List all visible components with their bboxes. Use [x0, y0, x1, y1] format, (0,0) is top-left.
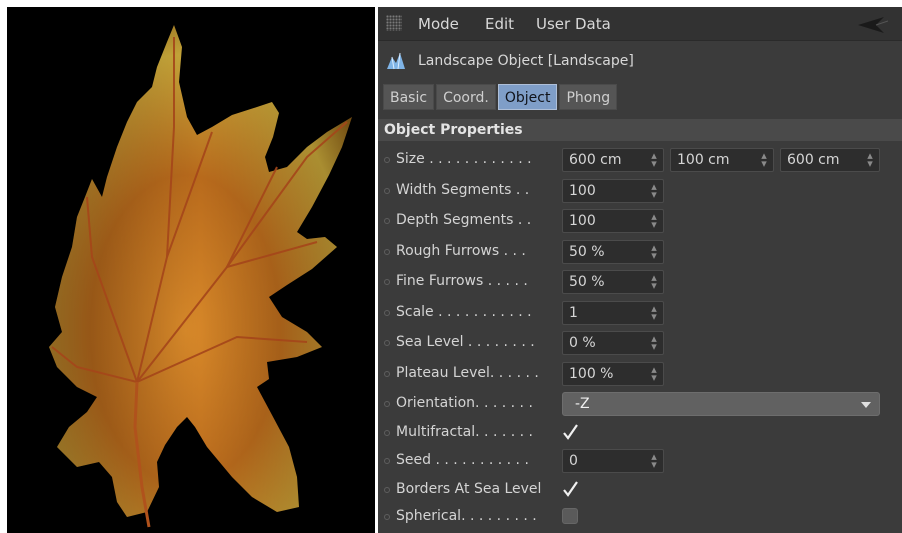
spinner-icon[interactable]: ▴ ▾	[866, 150, 874, 169]
property-row-orientation: Orientation. . . . . . . -Z	[378, 391, 902, 417]
animate-dot-icon[interactable]	[384, 430, 390, 436]
rough-furrows-value: 50 %	[569, 244, 605, 260]
caret-down-icon	[861, 402, 871, 408]
animate-dot-icon[interactable]	[384, 487, 390, 493]
tab-coord[interactable]: Coord.	[436, 84, 496, 110]
animate-dot-icon[interactable]	[384, 371, 390, 377]
plateau-level-value: 100 %	[569, 366, 614, 382]
tab-bar: Basic Coord. Object Phong	[383, 84, 619, 110]
width-segments-value: 100	[569, 183, 596, 199]
landscape-icon	[387, 52, 405, 70]
property-row-seed: Seed . . . . . . . . . . . 0 ▴ ▾	[378, 448, 902, 474]
scale-value: 1	[569, 305, 578, 321]
property-row-width-segments: Width Segments . . 100 ▴ ▾	[378, 178, 902, 204]
spinner-icon[interactable]: ▴ ▾	[650, 333, 658, 352]
sea-level-label: Sea Level . . . . . . . .	[396, 334, 535, 350]
maple-leaf-image	[7, 7, 375, 533]
property-row-plateau-level: Plateau Level. . . . . . 100 % ▴ ▾	[378, 361, 902, 387]
multifractal-label: Multifractal. . . . . . .	[396, 424, 533, 440]
menu-user-data[interactable]: User Data	[536, 15, 611, 33]
spherical-label: Spherical. . . . . . . . .	[396, 508, 537, 524]
orientation-dropdown[interactable]: -Z	[562, 392, 880, 416]
menu-mode[interactable]: Mode	[418, 15, 459, 33]
spinner-icon[interactable]: ▴ ▾	[650, 303, 658, 322]
seed-value: 0	[569, 453, 578, 469]
back-arrow-icon[interactable]	[854, 15, 888, 35]
tab-basic[interactable]: Basic	[383, 84, 435, 110]
rough-furrows-field[interactable]: 50 % ▴ ▾	[562, 240, 664, 264]
tab-object[interactable]: Object	[497, 84, 558, 110]
animate-dot-icon[interactable]	[384, 218, 390, 224]
object-title-row: Landscape Object [Landscape]	[378, 47, 902, 77]
spinner-icon[interactable]: ▴ ▾	[650, 150, 658, 169]
sea-level-value: 0 %	[569, 335, 596, 351]
object-title: Landscape Object [Landscape]	[418, 53, 634, 69]
width-segments-label: Width Segments . .	[396, 182, 530, 198]
attribute-manager-panel: Mode Edit User Data Landscape Object [La…	[378, 7, 902, 533]
spinner-icon[interactable]: ▴ ▾	[650, 211, 658, 230]
property-row-size: Size . . . . . . . . . . . . 600 cm ▴ ▾ 1…	[378, 147, 902, 173]
spinner-icon[interactable]: ▴ ▾	[650, 272, 658, 291]
size-x-field[interactable]: 600 cm ▴ ▾	[562, 148, 664, 172]
size-y-value: 100 cm	[677, 152, 730, 168]
menu-edit[interactable]: Edit	[485, 15, 514, 33]
animate-dot-icon[interactable]	[384, 310, 390, 316]
size-x-value: 600 cm	[569, 152, 622, 168]
property-row-sea-level: Sea Level . . . . . . . . 0 % ▴ ▾	[378, 330, 902, 356]
animate-dot-icon[interactable]	[384, 340, 390, 346]
depth-segments-label: Depth Segments . .	[396, 212, 532, 228]
fine-furrows-label: Fine Furrows . . . . .	[396, 273, 528, 289]
property-row-rough-furrows: Rough Furrows . . . 50 % ▴ ▾	[378, 239, 902, 265]
size-y-field[interactable]: 100 cm ▴ ▾	[670, 148, 774, 172]
animate-dot-icon[interactable]	[384, 458, 390, 464]
multifractal-checkbox[interactable]	[562, 424, 578, 440]
property-row-borders-at-sea-level: Borders At Sea Level	[378, 477, 902, 503]
animate-dot-icon[interactable]	[384, 279, 390, 285]
animate-dot-icon[interactable]	[384, 157, 390, 163]
size-z-value: 600 cm	[787, 152, 840, 168]
animate-dot-icon[interactable]	[384, 514, 390, 520]
depth-segments-field[interactable]: 100 ▴ ▾	[562, 209, 664, 233]
spinner-icon[interactable]: ▴ ▾	[760, 150, 768, 169]
plateau-level-label: Plateau Level. . . . . .	[396, 365, 539, 381]
depth-segments-value: 100	[569, 213, 596, 229]
animate-dot-icon[interactable]	[384, 188, 390, 194]
property-row-spherical: Spherical. . . . . . . . .	[378, 504, 902, 530]
property-row-depth-segments: Depth Segments . . 100 ▴ ▾	[378, 208, 902, 234]
seed-field[interactable]: 0 ▴ ▾	[562, 449, 664, 473]
seed-label: Seed . . . . . . . . . . .	[396, 452, 529, 468]
rough-furrows-label: Rough Furrows . . .	[396, 243, 526, 259]
section-header: Object Properties	[378, 119, 902, 141]
orientation-value: -Z	[575, 396, 590, 412]
fine-furrows-value: 50 %	[569, 274, 605, 290]
scale-label: Scale . . . . . . . . . . .	[396, 304, 532, 320]
spherical-checkbox[interactable]	[562, 508, 578, 524]
spinner-icon[interactable]: ▴ ▾	[650, 451, 658, 470]
size-label: Size . . . . . . . . . . . .	[396, 151, 532, 167]
orientation-label: Orientation. . . . . . .	[396, 395, 533, 411]
spinner-icon[interactable]: ▴ ▾	[650, 242, 658, 261]
leaf-illustration	[49, 25, 352, 528]
borders-at-sea-level-checkbox[interactable]	[562, 481, 578, 497]
width-segments-field[interactable]: 100 ▴ ▾	[562, 179, 664, 203]
tab-phong[interactable]: Phong	[559, 84, 618, 110]
scale-field[interactable]: 1 ▴ ▾	[562, 301, 664, 325]
size-z-field[interactable]: 600 cm ▴ ▾	[780, 148, 880, 172]
animate-dot-icon[interactable]	[384, 249, 390, 255]
plateau-level-field[interactable]: 100 % ▴ ▾	[562, 362, 664, 386]
spinner-icon[interactable]: ▴ ▾	[650, 364, 658, 383]
sea-level-field[interactable]: 0 % ▴ ▾	[562, 331, 664, 355]
spinner-icon[interactable]: ▴ ▾	[650, 181, 658, 200]
property-row-scale: Scale . . . . . . . . . . . 1 ▴ ▾	[378, 300, 902, 326]
grip-icon[interactable]	[386, 15, 402, 31]
menu-bar: Mode Edit User Data	[378, 7, 902, 41]
fine-furrows-field[interactable]: 50 % ▴ ▾	[562, 270, 664, 294]
property-row-fine-furrows: Fine Furrows . . . . . 50 % ▴ ▾	[378, 269, 902, 295]
property-row-multifractal: Multifractal. . . . . . .	[378, 420, 902, 446]
animate-dot-icon[interactable]	[384, 401, 390, 407]
borders-at-sea-level-label: Borders At Sea Level	[396, 481, 542, 497]
